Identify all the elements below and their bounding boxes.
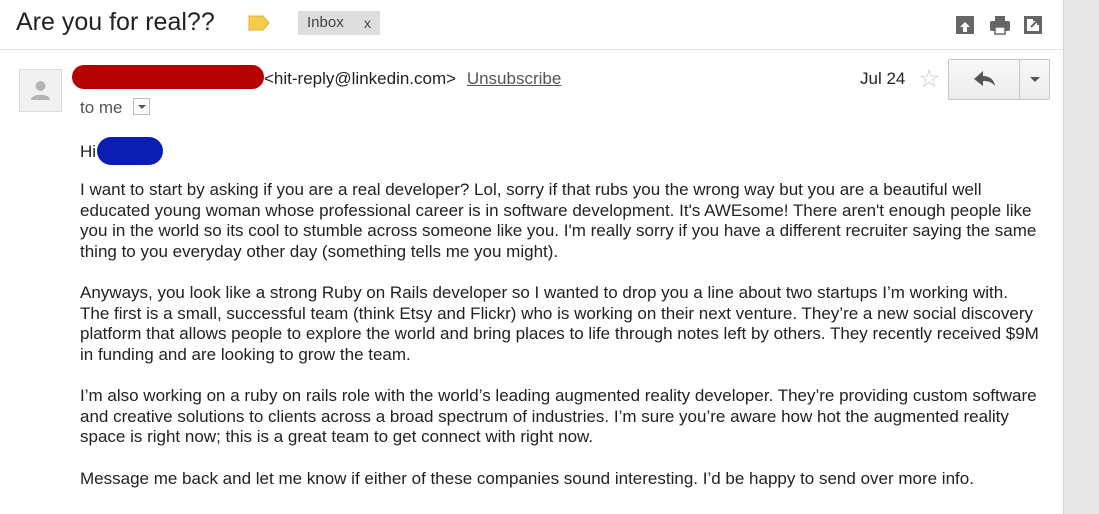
recipient-text: to me bbox=[80, 98, 123, 117]
email-view: Are you for real?? Inbox x <hit-reply@li… bbox=[0, 0, 1099, 514]
subject-bar: Are you for real?? Inbox x bbox=[0, 0, 1063, 50]
print-all-icon[interactable] bbox=[954, 14, 976, 36]
reply-arrow-icon bbox=[974, 71, 995, 86]
body-paragraph-2: Anyways, you look like a strong Ruby on … bbox=[80, 283, 1039, 364]
sender-email: <hit-reply@linkedin.com> bbox=[264, 69, 457, 88]
sender-name-redaction bbox=[72, 64, 264, 89]
reply-button-group bbox=[948, 59, 1050, 100]
unsubscribe-link[interactable]: Unsubscribe bbox=[467, 69, 562, 88]
message-date: Jul 24 bbox=[860, 69, 906, 88]
greeting-line: Hi bbox=[80, 136, 1040, 168]
greeting-text: Hi bbox=[80, 142, 97, 161]
remove-label-button[interactable]: x bbox=[364, 11, 371, 35]
right-window-frame bbox=[1063, 0, 1099, 514]
reply-button[interactable] bbox=[949, 60, 1020, 99]
label-importance-icon[interactable] bbox=[248, 15, 270, 31]
person-icon bbox=[31, 81, 50, 100]
email-subject: Are you for real?? bbox=[16, 8, 215, 36]
sender-avatar bbox=[19, 69, 62, 112]
new-window-icon[interactable] bbox=[1022, 14, 1044, 36]
more-options-button[interactable] bbox=[1020, 60, 1049, 99]
show-details-dropdown[interactable] bbox=[133, 98, 151, 116]
message-body: Hi I want to start by asking if you are … bbox=[80, 136, 1040, 510]
body-paragraph-3: I’m also working on a ruby on rails role… bbox=[80, 386, 1037, 446]
body-paragraph-4: Message me back and let me know if eithe… bbox=[80, 468, 974, 488]
sender-line: <hit-reply@linkedin.com> Unsubscribe bbox=[72, 64, 562, 91]
star-icon[interactable]: ☆ bbox=[918, 64, 940, 94]
recipient-name-redaction bbox=[96, 136, 163, 165]
print-icon[interactable] bbox=[989, 14, 1011, 36]
recipient-line: to me bbox=[80, 98, 151, 118]
inbox-label-chip[interactable]: Inbox x bbox=[298, 11, 380, 35]
body-paragraph-1: I want to start by asking if you are a r… bbox=[80, 180, 1037, 261]
inbox-label-text: Inbox bbox=[307, 14, 344, 31]
